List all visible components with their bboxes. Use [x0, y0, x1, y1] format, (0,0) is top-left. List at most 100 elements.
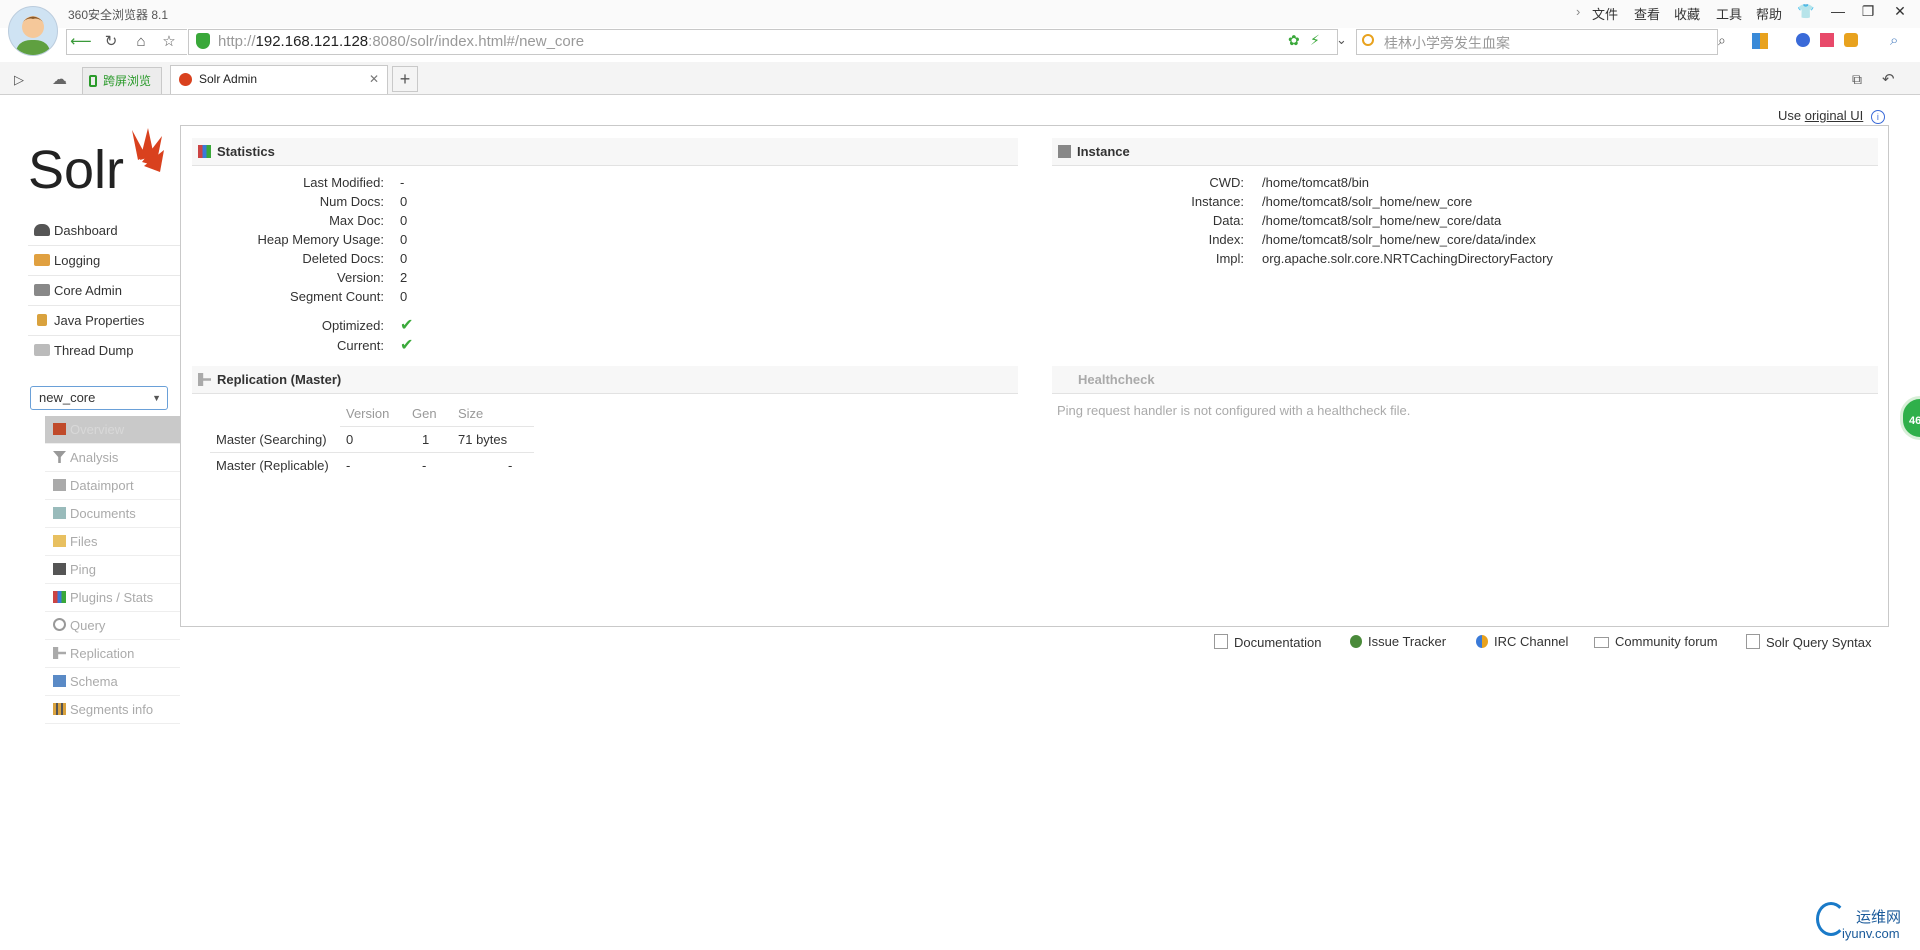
browser-titlebar	[0, 0, 1920, 28]
bookmark-star-icon[interactable]: ☆	[158, 32, 180, 52]
core-nav-overview[interactable]: Overview	[45, 416, 180, 444]
nav-dashboard[interactable]: Dashboard	[28, 216, 180, 246]
core-nav-label: Ping	[70, 562, 97, 577]
info-icon[interactable]: i	[1870, 110, 1885, 124]
query-icon	[53, 618, 66, 631]
menu-help[interactable]: 帮助	[1756, 4, 1782, 23]
solr-favicon-icon	[179, 73, 192, 86]
documentation-icon	[1214, 634, 1228, 649]
skin-icon[interactable]: 👕	[1790, 0, 1822, 22]
instance-label: CWD:	[1209, 175, 1244, 190]
sidebar-toggle-icon[interactable]: ▷	[14, 72, 24, 88]
core-nav-documents[interactable]: Documents	[45, 500, 180, 528]
zoom-icon[interactable]: ⌕	[1890, 32, 1898, 49]
menu-chevron-icon[interactable]: ›	[1576, 4, 1580, 19]
replication-title: Replication (Master)	[217, 372, 342, 387]
core-nav-ping[interactable]: Ping	[45, 556, 180, 584]
solr-sun-icon	[132, 128, 164, 172]
tab-label: 跨屏浏览	[103, 74, 152, 88]
core-nav-label: Dataimport	[70, 478, 134, 493]
rep-col-size: Size	[458, 406, 484, 421]
nav-logging[interactable]: Logging	[28, 246, 180, 276]
footer-issue-tracker[interactable]: Issue Tracker	[1350, 634, 1446, 649]
core-nav-label: Overview	[70, 422, 125, 437]
documents-icon	[53, 507, 66, 519]
footer-label: Community forum	[1615, 634, 1718, 649]
stat-label: Max Doc:	[329, 213, 384, 228]
tab-label: Solr Admin	[199, 72, 258, 86]
menu-favorites[interactable]: 收藏	[1674, 4, 1700, 23]
core-admin-icon	[34, 284, 50, 296]
new-tab-button[interactable]: +	[392, 66, 418, 92]
core-nav-query[interactable]: Query	[45, 612, 180, 640]
search-engine-icon[interactable]	[1362, 34, 1374, 46]
stat-label: Version:	[337, 270, 384, 285]
rep-row-name: Master (Replicable)	[216, 458, 329, 473]
core-nav-label: Analysis	[70, 450, 119, 465]
menu-tools[interactable]: 工具	[1716, 4, 1742, 23]
instance-value: /home/tomcat8/solr_home/new_core/data/in…	[1262, 232, 1536, 247]
logging-icon	[34, 254, 50, 266]
footer-solr-query-syntax[interactable]: Solr Query Syntax	[1746, 634, 1872, 650]
stat-label: Current:	[337, 338, 384, 353]
avatar-icon	[15, 16, 51, 55]
menu-view[interactable]: 查看	[1634, 4, 1660, 23]
core-nav-label: Segments info	[70, 702, 154, 717]
tab-close-icon[interactable]: ✕	[369, 66, 379, 92]
user-avatar[interactable]	[8, 6, 58, 56]
core-nav-dataimport[interactable]: Dataimport	[45, 472, 180, 500]
nav-java-properties[interactable]: Java Properties	[28, 306, 180, 336]
undo-close-icon[interactable]: ↶	[1882, 70, 1895, 88]
url-dropdown-icon[interactable]: ⌄	[1336, 32, 1347, 48]
extension-icon[interactable]	[1796, 33, 1810, 47]
footer-community-forum[interactable]: Community forum	[1594, 634, 1718, 649]
minimize-icon[interactable]: —	[1822, 0, 1854, 22]
tab-restore-icon[interactable]: ⧉	[1852, 71, 1862, 88]
core-nav-files[interactable]: Files	[45, 528, 180, 556]
core-nav-schema[interactable]: Schema	[45, 668, 180, 696]
search-icon[interactable]: ⌕	[1718, 32, 1726, 49]
home-browser-icon[interactable]: ⌂	[130, 32, 152, 52]
cloud-icon[interactable]: ☁	[52, 70, 67, 88]
core-selector[interactable]: new_core ▼	[30, 386, 168, 410]
use-ui-prefix: Use	[1778, 108, 1802, 123]
extension-red-icon[interactable]	[1820, 33, 1834, 47]
rep-row-gen: -	[422, 458, 427, 473]
java-properties-icon	[37, 314, 47, 326]
core-nav-replication[interactable]: Replication	[45, 640, 180, 668]
security-shield-icon	[196, 33, 210, 49]
original-ui-link[interactable]: original UI	[1805, 108, 1864, 123]
refresh-icon[interactable]: ↻	[100, 32, 122, 52]
lightning-icon[interactable]: ⚡	[1310, 32, 1320, 49]
solr-logo[interactable]: Solr	[28, 126, 164, 196]
apps-icon[interactable]	[1752, 33, 1768, 49]
instance-label: Instance:	[1191, 194, 1244, 209]
core-selector-value: new_core	[39, 390, 96, 405]
core-nav-plugins-stats[interactable]: Plugins / Stats	[45, 584, 180, 612]
restore-icon[interactable]: ❐	[1852, 0, 1884, 22]
nav-core-admin[interactable]: Core Admin	[28, 276, 180, 306]
statistics-header: Statistics	[192, 138, 1018, 166]
core-nav-analysis[interactable]: Analysis	[45, 444, 180, 472]
tab-solr-admin[interactable]: Solr Admin ✕	[170, 65, 388, 94]
tab-cross-screen[interactable]: 跨屏浏览	[82, 67, 162, 94]
watermark-line1: 运维网	[1856, 909, 1902, 926]
sync-icon[interactable]: ✿	[1288, 32, 1300, 49]
close-icon[interactable]: ✕	[1884, 0, 1916, 22]
solr-logo-text: Solr	[28, 140, 124, 196]
footer-documentation[interactable]: Documentation	[1214, 634, 1321, 650]
core-nav-label: Schema	[70, 674, 118, 689]
instance-label: Data:	[1212, 213, 1244, 228]
stat-value: 0	[400, 232, 408, 247]
nav-label: Java Properties	[54, 313, 145, 328]
core-nav-segments-info[interactable]: Segments info	[45, 696, 180, 724]
menu-file[interactable]: 文件	[1592, 4, 1618, 23]
nav-thread-dump[interactable]: Thread Dump	[28, 336, 180, 366]
back-icon[interactable]: ⟵	[70, 32, 92, 52]
extension-yellow-icon[interactable]	[1844, 33, 1858, 47]
healthcheck-title: Healthcheck	[1078, 372, 1155, 387]
url-text[interactable]: http://192.168.121.128:8080/solr/index.h…	[218, 33, 584, 50]
core-nav-label: Query	[70, 618, 106, 633]
footer-irc-channel[interactable]: IRC Channel	[1476, 634, 1568, 649]
floating-badge[interactable]: 46	[1900, 396, 1920, 440]
